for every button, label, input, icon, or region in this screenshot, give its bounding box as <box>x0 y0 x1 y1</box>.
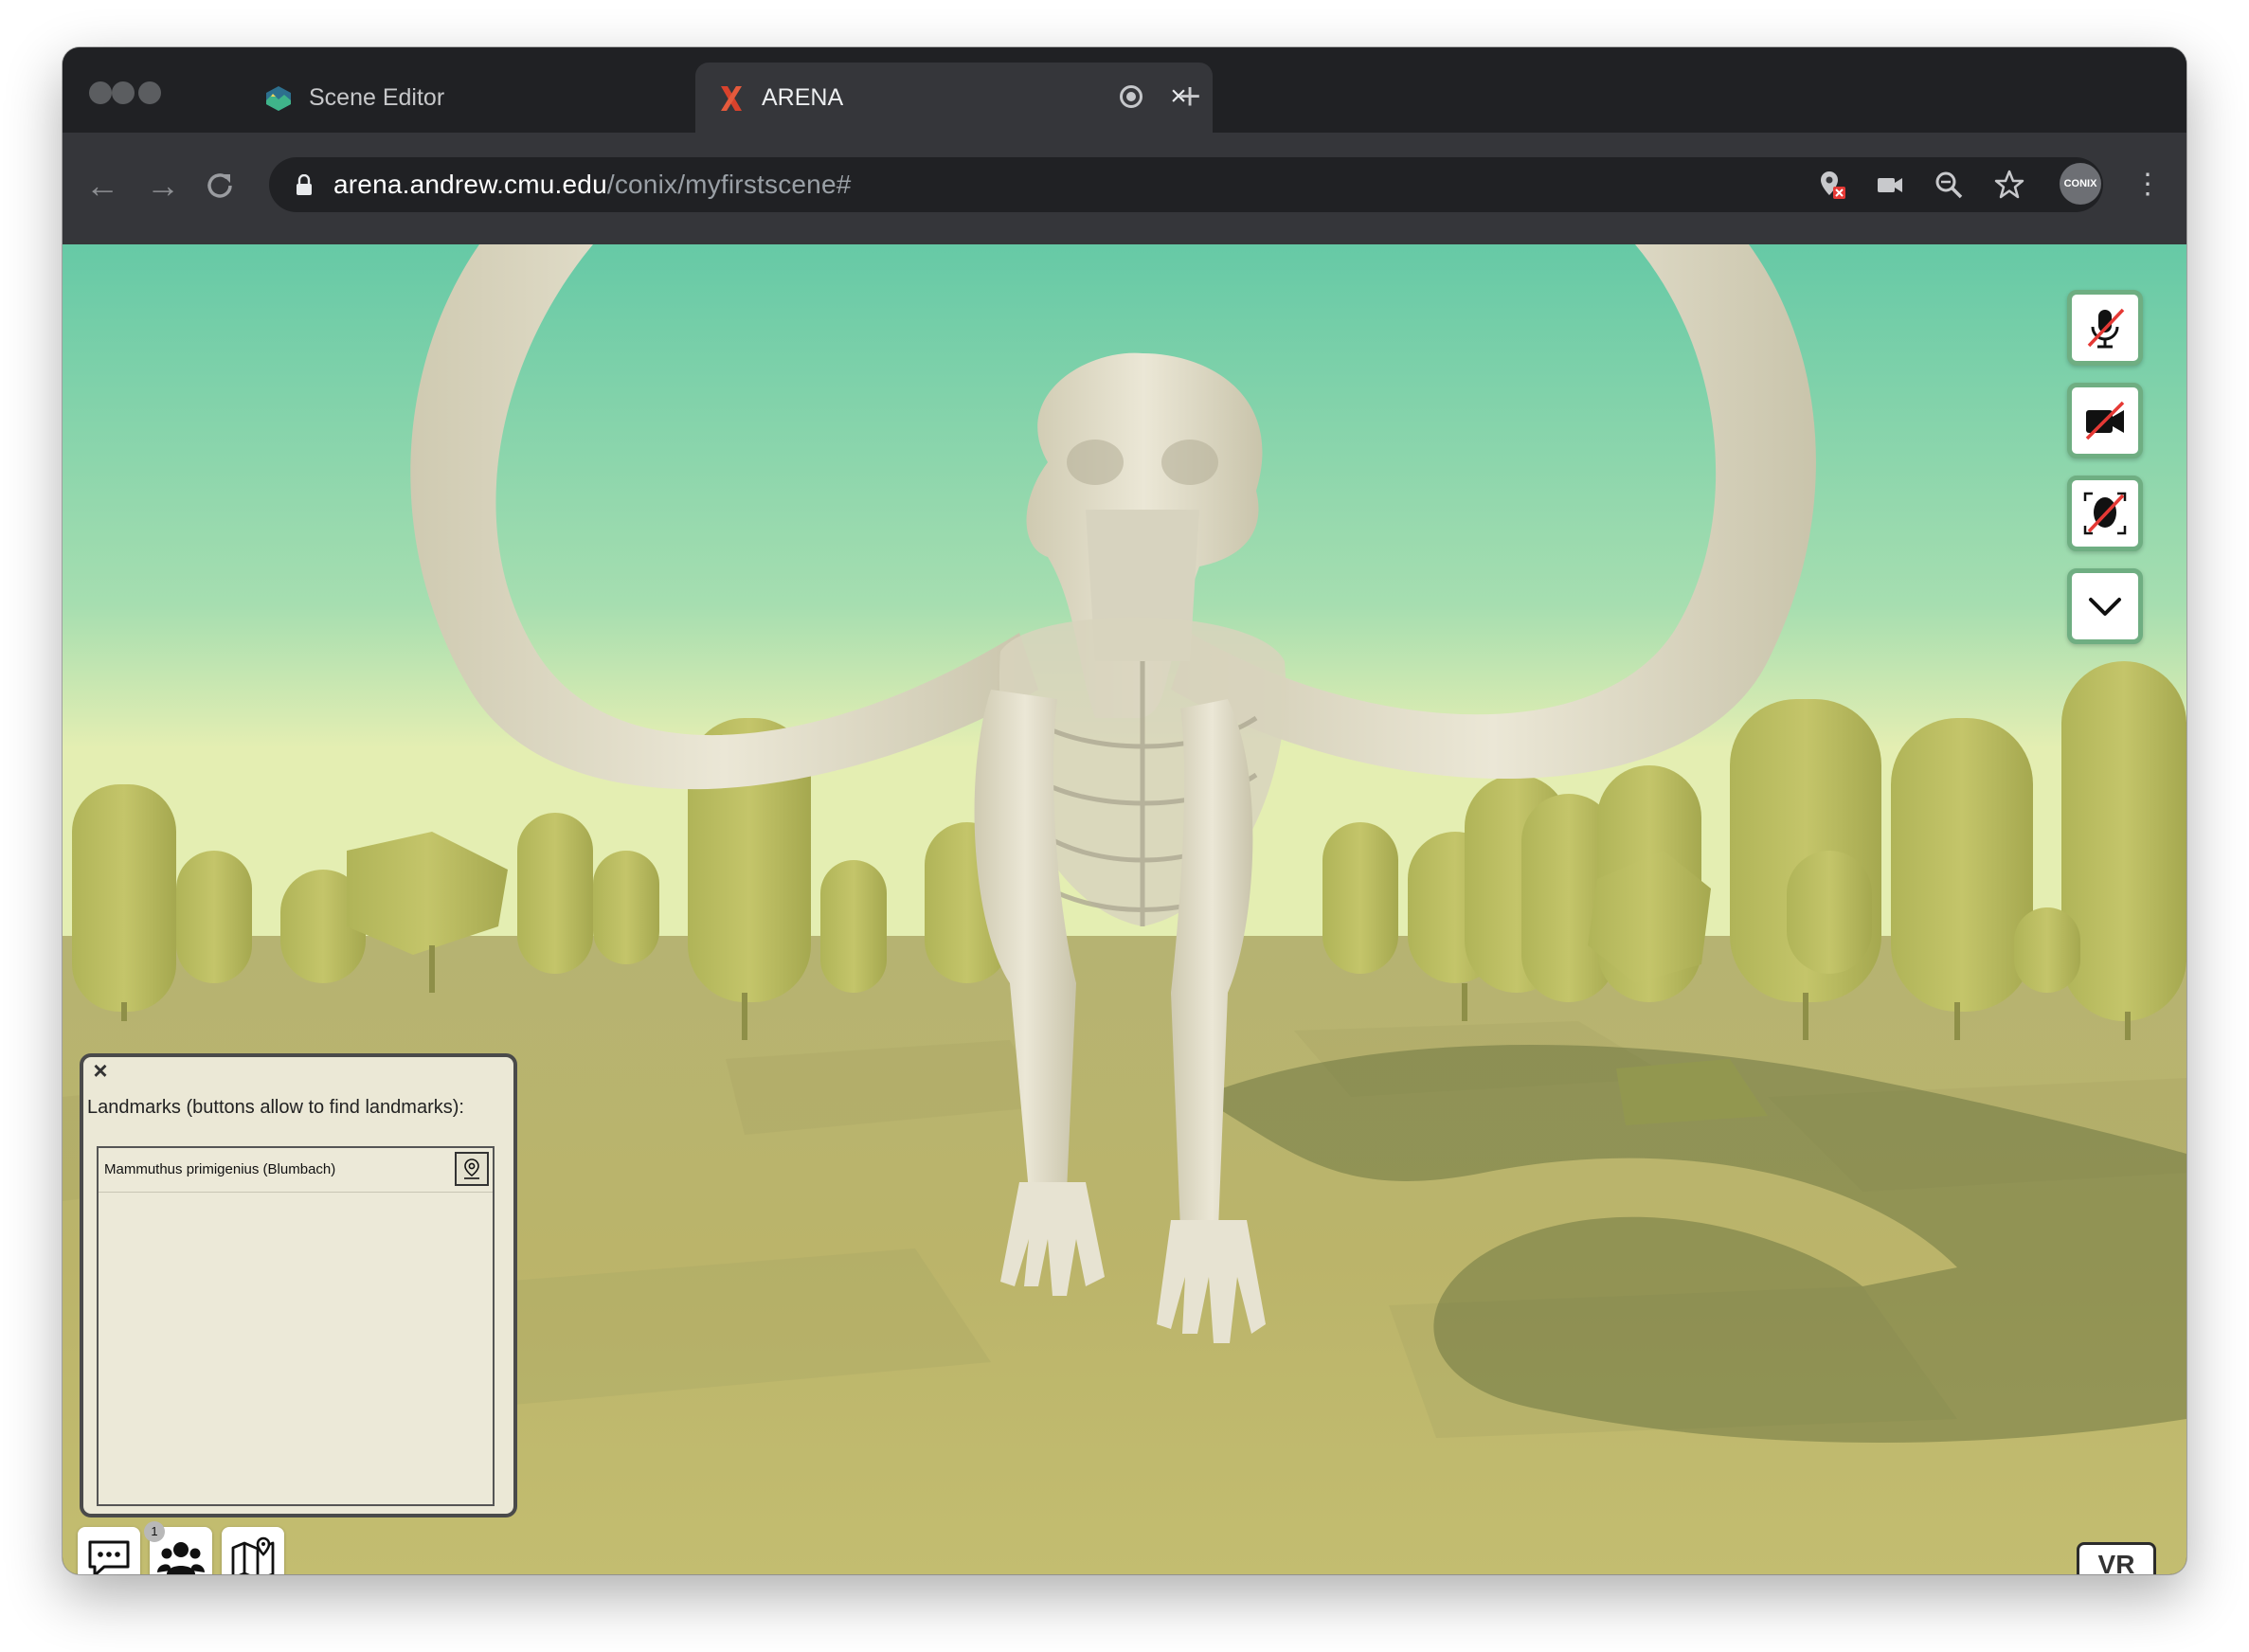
star-icon[interactable] <box>1993 169 2025 201</box>
tab-title: Scene Editor <box>309 84 445 111</box>
camera-off-icon <box>2085 401 2125 440</box>
new-tab-button[interactable]: + <box>1169 76 1211 117</box>
arena-3d-viewport[interactable]: × Landmarks (buttons allow to find landm… <box>63 244 2186 1574</box>
camera-toggle-button[interactable] <box>2067 383 2143 458</box>
tab-scene-editor[interactable]: Scene Editor × <box>233 63 752 133</box>
map-icon <box>231 1536 275 1574</box>
mic-toggle-button[interactable] <box>2067 290 2143 366</box>
window-minimize-dot[interactable] <box>112 81 135 104</box>
forward-arrow-icon[interactable]: → <box>138 161 188 210</box>
avatar-off-icon <box>2083 492 2127 535</box>
zoom-icon[interactable] <box>1933 169 1965 201</box>
url-host: arena.andrew.cmu.edu <box>333 170 607 199</box>
address-bar[interactable]: arena.andrew.cmu.edu/conix/myfirstscene# <box>269 157 2103 212</box>
chat-icon <box>88 1540 130 1574</box>
map-pin-icon <box>464 1158 479 1179</box>
tab-arena[interactable]: ARENA × <box>695 63 1213 133</box>
profile-avatar[interactable]: CONIX <box>2060 163 2101 205</box>
users-icon <box>157 1542 205 1574</box>
browser-window: Scene Editor × ARENA × + ← → arena.a <box>63 47 2186 1574</box>
users-button[interactable]: 1 <box>144 1521 212 1574</box>
map-button[interactable] <box>222 1527 284 1574</box>
browser-toolbar: ← → arena.andrew.cmu.edu/conix/myfirstsc… <box>63 133 2186 244</box>
window-zoom-dot[interactable] <box>138 81 161 104</box>
tab-strip: Scene Editor × ARENA × + <box>63 47 2186 133</box>
enter-vr-button[interactable]: VR <box>2077 1542 2156 1574</box>
chevron-down-icon <box>2089 598 2121 616</box>
chat-button[interactable] <box>78 1527 140 1574</box>
scene-editor-icon <box>266 86 291 111</box>
arena-x-logo <box>721 86 742 111</box>
more-controls-button[interactable] <box>2067 568 2143 644</box>
url-text: arena.andrew.cmu.edu/conix/myfirstscene# <box>333 170 852 200</box>
location-blocked-icon[interactable] <box>1815 169 1847 201</box>
find-landmark-button[interactable] <box>455 1152 489 1186</box>
reload-icon[interactable] <box>201 167 239 205</box>
back-arrow-icon[interactable]: ← <box>78 161 127 210</box>
lock-icon <box>297 174 312 195</box>
landmarks-panel: × Landmarks (buttons allow to find landm… <box>80 1053 517 1517</box>
landmarks-list: Mammuthus primigenius (Blumbach) <box>97 1146 495 1506</box>
users-count-badge: 1 <box>144 1521 165 1542</box>
landmark-label: Mammuthus primigenius (Blumbach) <box>104 1161 336 1177</box>
landmarks-title: Landmarks (buttons allow to find landmar… <box>87 1097 464 1118</box>
recording-indicator-icon <box>1120 85 1142 108</box>
tab-title: ARENA <box>762 84 844 111</box>
more-menu-icon[interactable]: ⋮ <box>2133 161 2162 210</box>
mic-off-icon <box>2087 308 2125 349</box>
url-path: /conix/myfirstscene# <box>606 170 852 199</box>
list-item[interactable]: Mammuthus primigenius (Blumbach) <box>99 1148 493 1193</box>
avatar-toggle-button[interactable] <box>2067 476 2143 551</box>
video-camera-icon[interactable] <box>1874 169 1906 201</box>
window-close-dot[interactable] <box>89 81 112 104</box>
close-icon[interactable]: × <box>89 1058 112 1083</box>
